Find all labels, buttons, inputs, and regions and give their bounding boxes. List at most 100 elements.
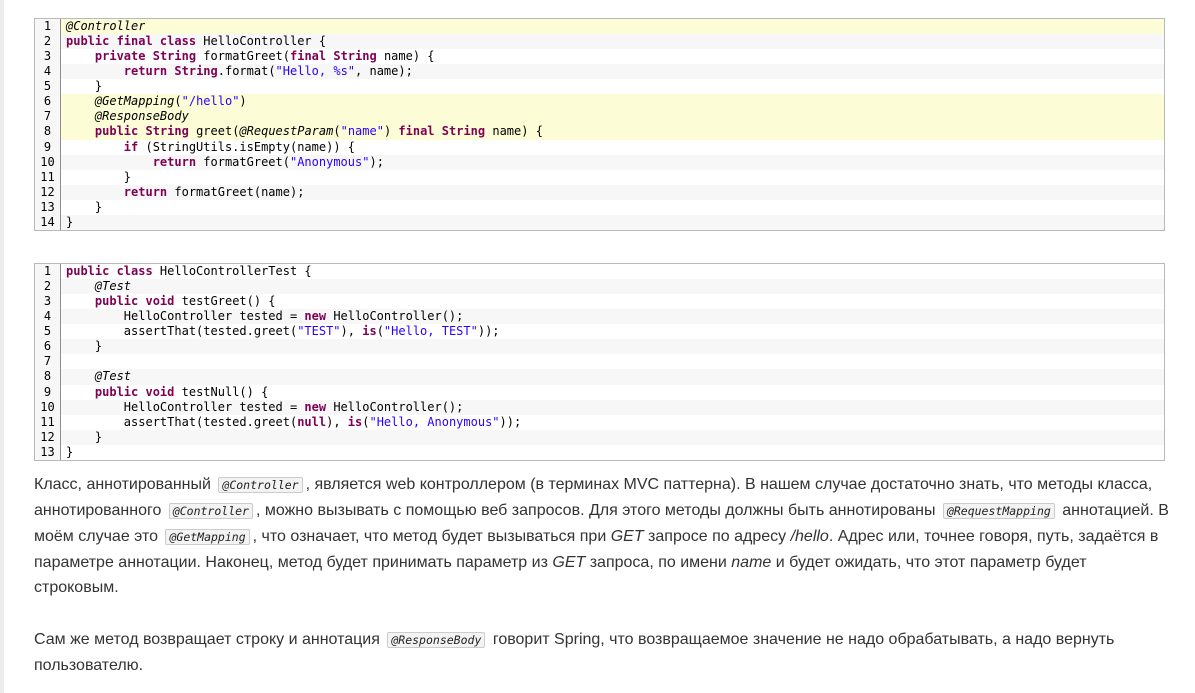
- code-line: 3 private String formatGreet(final Strin…: [35, 49, 1164, 65]
- code-token: HelloControllerTest {: [152, 264, 312, 278]
- code-text: @ResponseBody: [61, 109, 189, 124]
- code-line: 4 return String.format("Hello, %s", name…: [35, 64, 1164, 80]
- line-number: 3: [35, 49, 61, 65]
- code-line: 2 @Test: [35, 279, 1164, 295]
- code-keyword: String: [145, 124, 189, 139]
- code-keyword: return: [123, 184, 168, 199]
- code-text: }: [61, 430, 102, 445]
- code-line: 7 @ResponseBody: [35, 109, 1164, 125]
- code-keyword: String: [441, 124, 486, 139]
- line-number: 8: [35, 369, 61, 385]
- text: запросе по адресу: [648, 528, 787, 545]
- code-text: assertThat(tested.greet(null), is("Hello…: [61, 415, 521, 430]
- code-keyword: new: [304, 399, 327, 414]
- line-number: 7: [35, 354, 61, 370]
- code-token: name) {: [485, 124, 543, 139]
- code-line: 7: [35, 354, 1164, 370]
- code-line: 10 return formatGreet("Anonymous");: [35, 154, 1164, 170]
- code-string: "Hello, TEST": [383, 324, 478, 339]
- line-number: 9: [35, 384, 61, 400]
- code-token: (: [174, 94, 182, 109]
- line-number: 13: [35, 199, 61, 215]
- code-text: HelloController tested = new HelloContro…: [61, 309, 464, 324]
- line-number: 11: [35, 169, 61, 185]
- line-number: 14: [35, 214, 61, 230]
- code-text: }: [61, 200, 102, 215]
- code-token: , name);: [355, 64, 413, 79]
- line-number: 8: [35, 124, 61, 140]
- code-text: private String formatGreet(final String …: [61, 49, 435, 64]
- code-token: (StringUtils.isEmpty(name)) {: [138, 139, 355, 154]
- line-number: 12: [35, 429, 61, 445]
- code-keyword: final: [290, 49, 327, 64]
- line-number: 2: [35, 279, 61, 295]
- code-line: 6 }: [35, 339, 1164, 355]
- code-token: (: [333, 124, 341, 139]
- line-number: 10: [35, 399, 61, 415]
- code-annotation: @Test: [94, 369, 132, 384]
- code-token: testNull() {: [174, 384, 269, 399]
- code-keyword: is: [347, 414, 363, 429]
- code-token: testGreet() {: [174, 294, 276, 309]
- paragraph-controller-explanation: Класс, аннотированный @Controller, являе…: [34, 472, 1169, 600]
- code-token: }: [66, 169, 132, 184]
- code-token: HelloController tested =: [66, 399, 305, 414]
- line-number: 5: [35, 324, 61, 340]
- code-keyword: public void: [94, 294, 175, 309]
- text: Сам же метод возвращает строку и аннотац…: [34, 631, 380, 648]
- code-token: ),: [326, 414, 348, 429]
- code-token: }: [66, 339, 103, 354]
- code-text: HelloController tested = new HelloContro…: [61, 399, 464, 415]
- code-keyword: public void: [94, 384, 175, 399]
- code-token: HelloController tested =: [66, 309, 305, 324]
- code-annotation: @Test: [94, 279, 132, 294]
- code-keyword: String: [333, 49, 377, 64]
- code-line: 1 public class HelloControllerTest {: [35, 264, 1164, 280]
- code-text: return formatGreet("Anonymous");: [61, 155, 384, 170]
- code-text: return String.format("Hello, %s", name);: [61, 64, 413, 79]
- code-keyword: if: [123, 139, 139, 154]
- line-number: 2: [35, 34, 61, 50]
- code-token: );: [369, 154, 384, 169]
- line-number: 6: [35, 339, 61, 355]
- code-annotation: @RequestParam: [239, 124, 334, 139]
- code-string: "Hello, %s": [275, 64, 356, 79]
- code-line: 5 }: [35, 79, 1164, 95]
- code-token: ): [383, 124, 399, 139]
- code-token: assertThat(tested.greet(: [66, 414, 298, 429]
- code-line: 9 public void testNull() {: [35, 384, 1164, 400]
- code-text: }: [61, 445, 73, 460]
- code-token: assertThat(tested.greet(: [66, 324, 298, 339]
- code-keyword: is: [362, 324, 377, 339]
- code-annotation: @ResponseBody: [94, 109, 189, 124]
- code-line: 14}: [35, 214, 1164, 230]
- code-token: ),: [340, 324, 363, 339]
- code-keyword: return: [152, 154, 197, 169]
- code-string: "Hello, Anonymous": [369, 414, 500, 429]
- line-number: 11: [35, 414, 61, 430]
- code-token: }: [66, 444, 74, 459]
- code-line: 12 return formatGreet(name);: [35, 184, 1164, 200]
- code-token: name) {: [376, 49, 435, 64]
- code-keyword: null: [297, 414, 327, 429]
- code-text: @Test: [61, 279, 131, 294]
- text: запроса, по имени: [589, 554, 727, 571]
- code-token: }: [66, 79, 103, 94]
- code-token: (: [376, 324, 384, 339]
- code-line: 8 public String greet(@RequestParam("nam…: [35, 124, 1164, 140]
- code-annotation: @GetMapping: [94, 94, 175, 109]
- emphasis: /hello: [790, 528, 829, 545]
- code-keyword: final: [398, 124, 435, 139]
- code-token: ): [239, 94, 247, 109]
